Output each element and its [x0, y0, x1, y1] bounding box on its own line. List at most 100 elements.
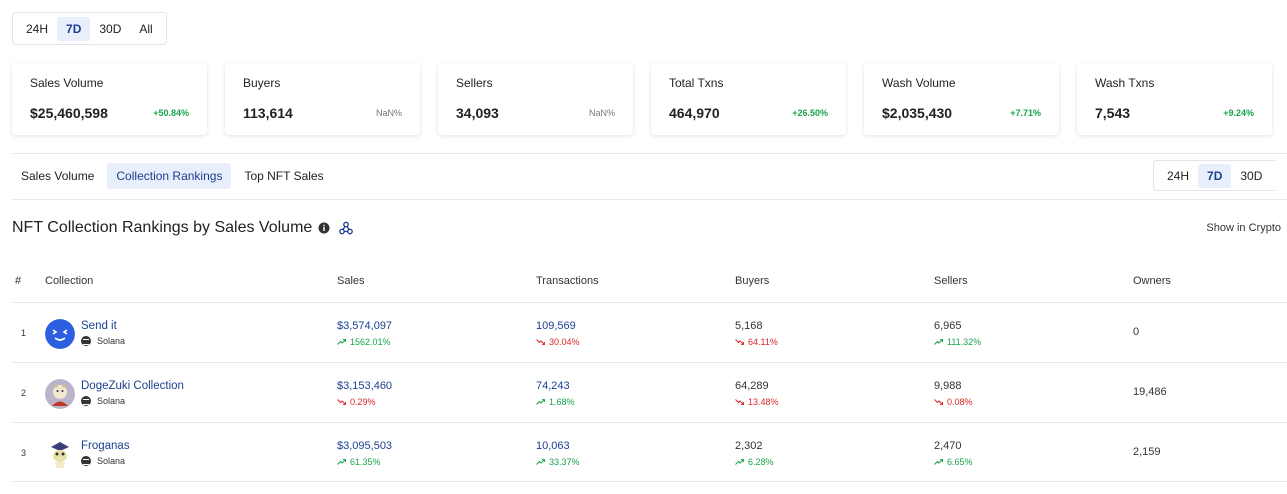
- trend-down-icon: [735, 339, 744, 345]
- table-row[interactable]: 3 Froganas Solana $3,095,503 61.35% 10,0…: [12, 422, 1287, 482]
- solana-icon: [81, 396, 91, 406]
- transactions-cell: 109,569 30.04%: [536, 320, 580, 347]
- transactions-change: 30.04%: [536, 337, 580, 347]
- column-header-rank: #: [15, 275, 22, 287]
- owners-value: 19,486: [1133, 386, 1167, 398]
- stat-label: Buyers: [243, 76, 281, 90]
- trend-up-icon: [536, 459, 545, 465]
- stat-card-total-txns: Total Txns 464,970 +26.50%: [651, 63, 846, 135]
- stat-change: +7.71%: [1010, 108, 1041, 118]
- column-header-buyers[interactable]: Buyers: [735, 275, 769, 287]
- info-icon[interactable]: [318, 222, 330, 234]
- trend-down-icon: [934, 399, 943, 405]
- chain-name: Solana: [97, 336, 126, 346]
- collection-name-link[interactable]: Send it: [81, 320, 117, 332]
- sellers-change-value: 111.32%: [947, 337, 982, 347]
- time-option-24h[interactable]: 24H: [17, 17, 57, 41]
- buyers-value: 5,168: [735, 320, 763, 332]
- sales-change: 0.29%: [337, 397, 392, 407]
- buyers-change-value: 64.11%: [748, 337, 778, 347]
- sales-change: 61.35%: [337, 457, 392, 467]
- chain-name: Solana: [97, 396, 126, 406]
- dogezuki-avatar: [45, 379, 75, 409]
- time-range-selector: 24H 7D 30D All: [12, 12, 167, 45]
- sellers-value: 9,988: [934, 380, 962, 392]
- trend-up-icon: [337, 339, 346, 345]
- time-option-all[interactable]: All: [130, 17, 161, 41]
- table-row[interactable]: 2 DogeZuki Collection Solana $3,153,460 …: [12, 362, 1287, 422]
- stat-label: Total Txns: [669, 76, 724, 90]
- trend-down-icon: [735, 399, 744, 405]
- table-time-range-selector: 24H 7D 30D: [1153, 160, 1276, 191]
- buyers-change: 64.11%: [735, 337, 778, 347]
- trend-up-icon: [536, 399, 545, 405]
- time-option-30d[interactable]: 30D: [90, 17, 130, 41]
- sellers-change: 0.08%: [934, 397, 973, 407]
- stat-cards: Sales Volume $25,460,598 +50.84% Buyers …: [12, 63, 1272, 135]
- transactions-change: 33.37%: [536, 457, 580, 467]
- row-rank: 1: [21, 328, 27, 338]
- column-header-transactions[interactable]: Transactions: [536, 275, 599, 287]
- stat-change: NaN%: [375, 108, 402, 118]
- buyers-change-value: 13.48%: [748, 397, 779, 407]
- stat-card-wash-txns: Wash Txns 7,543 +9.24%: [1077, 63, 1272, 135]
- sales-change-value: 61.35%: [350, 457, 381, 467]
- section-title: NFT Collection Rankings by Sales Volume: [12, 219, 313, 236]
- sellers-change: 6.65%: [934, 457, 973, 467]
- owners-value: 2,159: [1133, 446, 1161, 458]
- solana-icon: [81, 456, 91, 466]
- stat-change: +26.50%: [792, 108, 828, 118]
- transactions-value: 74,243: [536, 380, 570, 392]
- tab-collection-rankings[interactable]: Collection Rankings: [107, 163, 232, 189]
- stat-value: $2,035,430: [882, 105, 953, 121]
- transactions-change: 1.68%: [536, 397, 575, 407]
- column-header-sales[interactable]: Sales: [337, 275, 365, 287]
- sales-cell: $3,095,503 61.35%: [337, 440, 392, 467]
- collection-name-link[interactable]: DogeZuki Collection: [81, 380, 184, 392]
- buyers-value: 64,289: [735, 380, 769, 392]
- buyers-cell: 5,168 64.11%: [735, 320, 778, 347]
- owners-value: 0: [1133, 326, 1140, 338]
- sellers-change-value: 6.65%: [947, 457, 973, 467]
- show-in-crypto-toggle[interactable]: Show in Crypto: [1206, 222, 1281, 234]
- sales-change-value: 0.29%: [350, 397, 376, 407]
- table-time-option-7d[interactable]: 7D: [1198, 163, 1232, 188]
- sales-change-value: 1562.01%: [350, 337, 391, 347]
- table-row[interactable]: 1 Send it Solana $3,574,097 1562.01% 109…: [12, 302, 1287, 362]
- stat-card-sales-volume: Sales Volume $25,460,598 +50.84%: [12, 63, 207, 135]
- sellers-change-value: 0.08%: [947, 397, 973, 407]
- share-network-icon[interactable]: [339, 221, 354, 235]
- solana-icon: [81, 336, 91, 346]
- sellers-cell: 9,988 0.08%: [934, 380, 973, 407]
- tab-sales-volume[interactable]: Sales Volume: [12, 163, 103, 189]
- trend-up-icon: [735, 459, 744, 465]
- column-header-owners[interactable]: Owners: [1133, 275, 1171, 287]
- tab-top-nft-sales[interactable]: Top NFT Sales: [235, 163, 332, 189]
- buyers-change-value: 6.28%: [748, 457, 774, 467]
- sales-cell: $3,153,460 0.29%: [337, 380, 392, 407]
- stat-change: +9.24%: [1223, 108, 1254, 118]
- sales-cell: $3,574,097 1562.01%: [337, 320, 392, 347]
- column-header-sellers[interactable]: Sellers: [934, 275, 968, 287]
- transactions-cell: 74,243 1.68%: [536, 380, 575, 407]
- stat-change: +50.84%: [153, 108, 189, 118]
- buyers-change: 6.28%: [735, 457, 774, 467]
- stat-label: Wash Txns: [1095, 76, 1155, 90]
- sales-value: $3,574,097: [337, 320, 393, 332]
- chain-label: Solana: [81, 396, 125, 406]
- trend-down-icon: [337, 399, 346, 405]
- table-time-option-24h[interactable]: 24H: [1158, 164, 1198, 188]
- divider: [12, 153, 1287, 154]
- transactions-change-value: 30.04%: [549, 337, 580, 347]
- stat-value: 464,970: [669, 105, 720, 121]
- column-header-collection[interactable]: Collection: [45, 275, 93, 287]
- chain-name: Solana: [97, 456, 126, 466]
- send-it-avatar: [45, 319, 75, 349]
- stat-value: 34,093: [456, 105, 499, 121]
- collection-name-link[interactable]: Froganas: [81, 440, 130, 452]
- table-time-option-30d[interactable]: 30D: [1231, 164, 1271, 188]
- stat-value: 7,543: [1095, 105, 1131, 121]
- time-option-7d[interactable]: 7D: [57, 16, 91, 41]
- transactions-change-value: 1.68%: [549, 397, 575, 407]
- buyers-change: 13.48%: [735, 397, 779, 407]
